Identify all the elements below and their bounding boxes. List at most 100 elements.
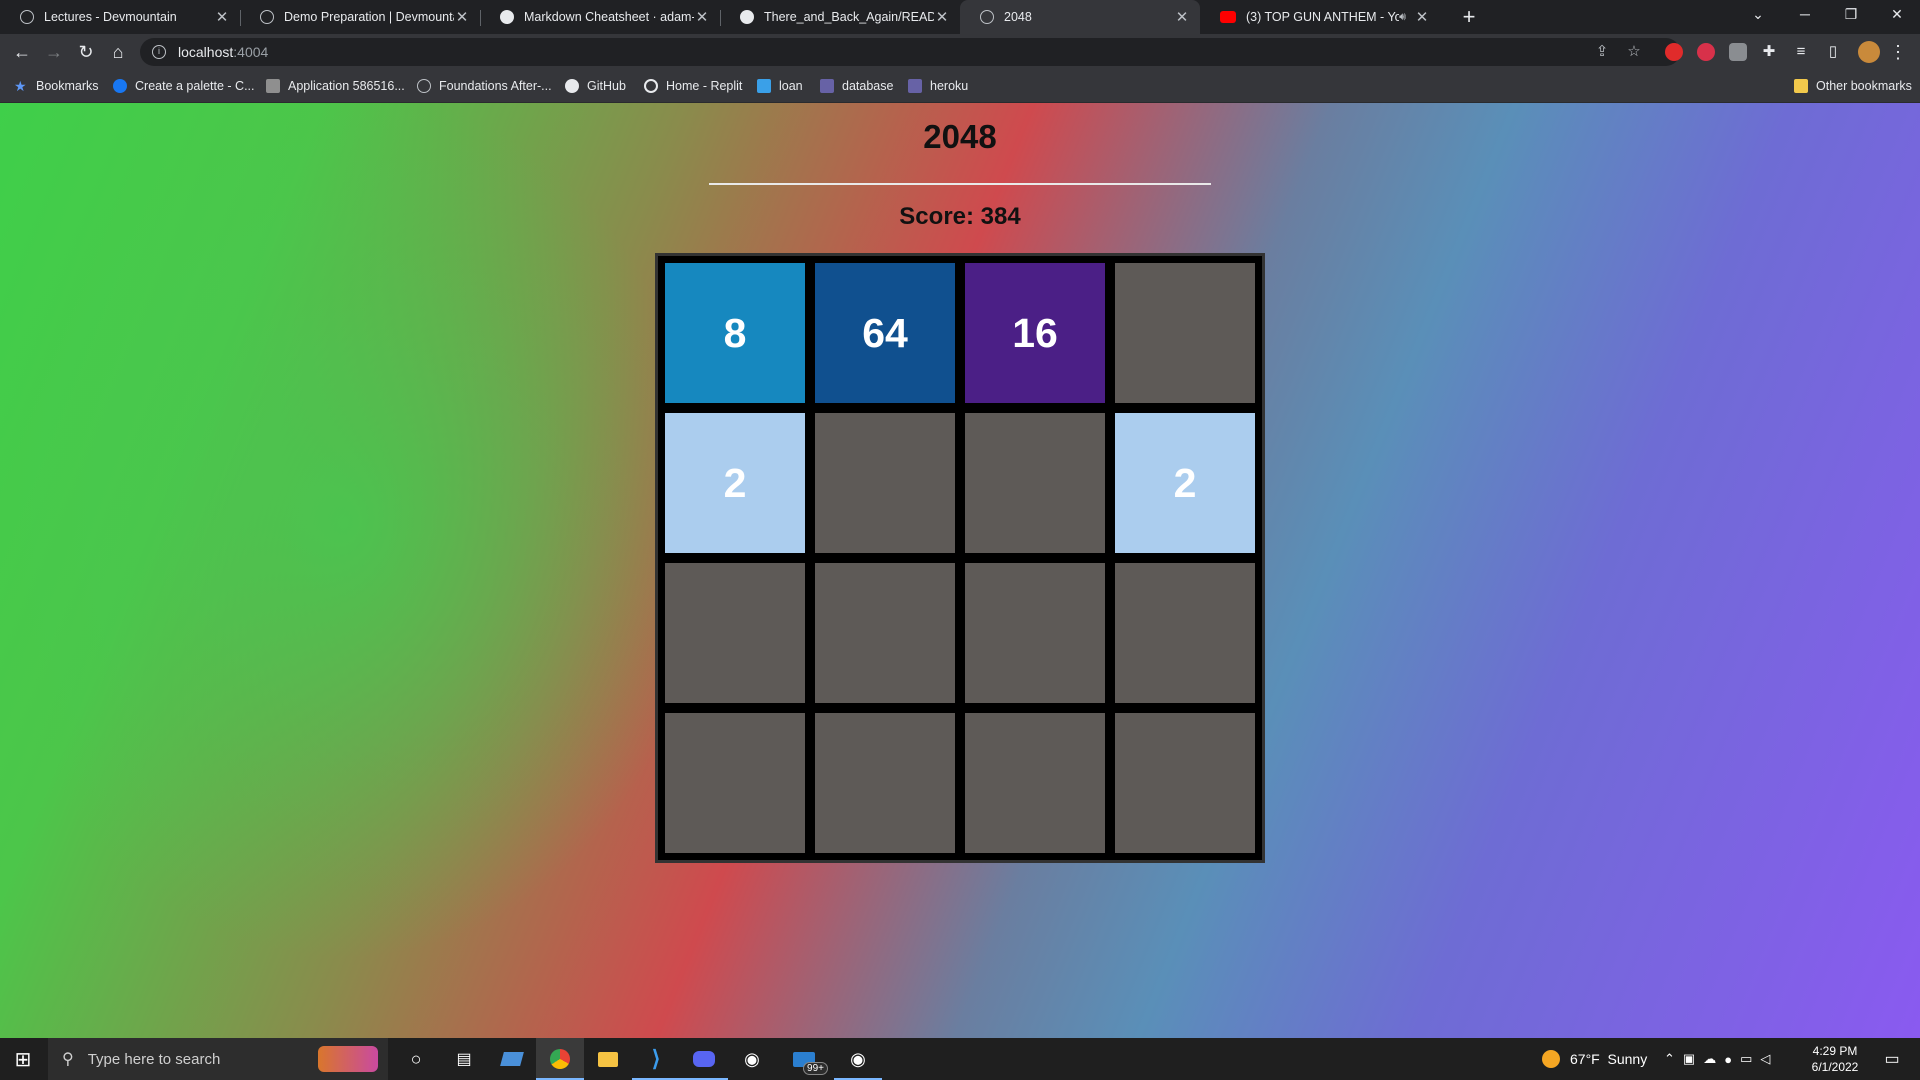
task-view-icon[interactable]: ▤	[440, 1038, 488, 1080]
tab-readme[interactable]: There_and_Back_Again/README ✕	[720, 0, 960, 34]
home-icon[interactable]: ⌂	[104, 38, 132, 66]
windows-start-icon[interactable]: ⊞	[0, 1038, 46, 1080]
title-divider	[709, 183, 1211, 185]
bookmark-github[interactable]: GitHub	[565, 70, 626, 102]
bookmark-create-palette[interactable]: Create a palette - C...	[113, 70, 255, 102]
microphone-icon[interactable]: ●	[1724, 1052, 1740, 1067]
taskbar-search[interactable]: ⚲ Type here to search	[48, 1038, 388, 1080]
bookmark-bookmarks[interactable]: ★ Bookmarks	[14, 70, 99, 102]
folder-icon	[1794, 79, 1808, 93]
info-icon[interactable]: i	[152, 45, 166, 59]
tile: 2	[1115, 413, 1255, 553]
extension-red-icon[interactable]	[1665, 43, 1683, 61]
weather-text: 67°F Sunny	[1570, 1051, 1648, 1067]
close-icon[interactable]: ✕	[934, 8, 950, 26]
close-icon[interactable]: ✕	[214, 8, 230, 26]
tile	[1115, 563, 1255, 703]
back-icon[interactable]: ←	[8, 38, 36, 66]
chrome-icon[interactable]	[536, 1038, 584, 1080]
tab-demo-preparation[interactable]: Demo Preparation | Devmountain ✕	[240, 0, 480, 34]
network-icon[interactable]: ▭	[1740, 1051, 1760, 1067]
avatar[interactable]	[1858, 41, 1880, 63]
tile	[665, 563, 805, 703]
tab-2048[interactable]: 2048 ✕	[960, 0, 1200, 34]
tab-top-gun-anthem[interactable]: (3) TOP GUN ANTHEM - You 🔊︎ ✕	[1200, 0, 1440, 34]
new-tab-button[interactable]: +	[1456, 4, 1482, 30]
bookmark-label: Other bookmarks	[1816, 79, 1912, 93]
bookmark-foundations[interactable]: Foundations After-...	[417, 70, 552, 102]
steam-icon[interactable]: ◉	[834, 1038, 882, 1080]
taskbar: ⊞ ⚲ Type here to search ○ ▤ ⟩ ◉ 99+ ◉ 67…	[0, 1038, 1920, 1080]
tile	[815, 713, 955, 853]
cloud-icon[interactable]: ☁	[1703, 1051, 1724, 1067]
youtube-icon	[1220, 11, 1236, 23]
bookmark-label: GitHub	[587, 79, 626, 93]
address-bar[interactable]: i localhost:4004 ⇪ ☆	[140, 38, 1680, 66]
star-icon: ★	[14, 78, 27, 94]
close-icon[interactable]: ✕	[694, 8, 710, 26]
notifications-icon[interactable]: ▭	[1872, 1038, 1912, 1080]
bookmark-star-icon[interactable]: ☆	[1620, 38, 1648, 66]
tile	[965, 713, 1105, 853]
globe-icon	[20, 10, 34, 24]
score: Score: 384	[899, 203, 1021, 230]
folder-icon	[757, 79, 771, 93]
close-icon[interactable]: ✕	[1414, 8, 1430, 26]
vscode-icon[interactable]: ⟩	[632, 1038, 680, 1080]
bookmark-loan[interactable]: loan	[757, 70, 803, 102]
speaker-icon[interactable]: 🔊︎	[1399, 11, 1406, 24]
volume-icon[interactable]: ◁	[1760, 1051, 1778, 1067]
close-icon[interactable]: ✕	[454, 8, 470, 26]
bookmark-database[interactable]: database	[820, 70, 893, 102]
close-window-button[interactable]: ✕	[1874, 0, 1920, 30]
search-icon: ⚲	[62, 1051, 74, 1068]
heroku-icon	[908, 79, 922, 93]
extensions-puzzle-icon[interactable]: ✚	[1755, 38, 1783, 66]
bookmark-heroku[interactable]: heroku	[908, 70, 968, 102]
tab-markdown-cheatsheet[interactable]: Markdown Cheatsheet · adam-p/ ✕	[480, 0, 720, 34]
close-icon[interactable]: ✕	[1174, 8, 1190, 26]
address-host: localhost	[178, 44, 234, 60]
side-panel-icon[interactable]: ▯	[1819, 38, 1847, 66]
system-tray-icons[interactable]: ⌃ ▣ ☁ ● ▭ ◁	[1664, 1038, 1778, 1080]
game-title: 2048	[923, 118, 997, 155]
bookmark-other[interactable]: Other bookmarks	[1794, 70, 1912, 102]
extension-k-icon[interactable]	[1729, 43, 1747, 61]
tab-title: Lectures - Devmountain	[44, 10, 177, 24]
clock[interactable]: 4:29 PM 6/1/2022	[1800, 1038, 1870, 1080]
browser-toolbar: ← → ↻ ⌂ i localhost:4004 ⇪ ☆ ✚ ≡ ▯ ⋮	[0, 34, 1920, 70]
device-icon[interactable]: ▣	[1683, 1051, 1703, 1067]
restore-button[interactable]: ❐	[1828, 0, 1874, 30]
tab-strip: Lectures - Devmountain ✕ Demo Preparatio…	[0, 0, 1920, 34]
page-content: 2048 Score: 384 8 64 16 2 2	[0, 103, 1920, 1038]
bookmark-replit[interactable]: Home - Replit	[644, 70, 742, 102]
coolors-icon	[113, 79, 127, 93]
reading-list-icon[interactable]: ≡	[1787, 38, 1815, 66]
reload-icon[interactable]: ↻	[72, 38, 100, 66]
minimize-button[interactable]: ─	[1782, 0, 1828, 30]
menu-icon[interactable]: ⋮	[1884, 38, 1912, 66]
chevron-up-icon[interactable]: ⌃	[1664, 1051, 1683, 1067]
app-icon[interactable]	[488, 1038, 536, 1080]
adblock-icon[interactable]	[1697, 43, 1715, 61]
steam-icon[interactable]: ◉	[728, 1038, 776, 1080]
globe-icon	[417, 79, 431, 93]
tab-lectures[interactable]: Lectures - Devmountain ✕	[0, 0, 240, 34]
globe-icon	[260, 10, 274, 24]
bookmark-label: Bookmarks	[36, 79, 99, 93]
tile	[815, 563, 955, 703]
discord-icon[interactable]	[680, 1038, 728, 1080]
mail-badge: 99+	[803, 1062, 828, 1075]
mail-icon[interactable]: 99+	[776, 1038, 832, 1080]
game-board[interactable]: 8 64 16 2 2	[655, 253, 1265, 863]
cortana-icon[interactable]: ○	[392, 1038, 440, 1080]
search-highlight-icon	[318, 1046, 378, 1072]
tile	[965, 413, 1105, 553]
weather-widget[interactable]: 67°F Sunny	[1542, 1038, 1647, 1080]
forward-icon[interactable]: →	[40, 38, 68, 66]
tile: 64	[815, 263, 955, 403]
file-explorer-icon[interactable]	[584, 1038, 632, 1080]
share-icon[interactable]: ⇪	[1588, 38, 1616, 66]
tab-search-icon[interactable]: ⌄	[1735, 0, 1781, 30]
bookmark-application[interactable]: Application 586516...	[266, 70, 405, 102]
